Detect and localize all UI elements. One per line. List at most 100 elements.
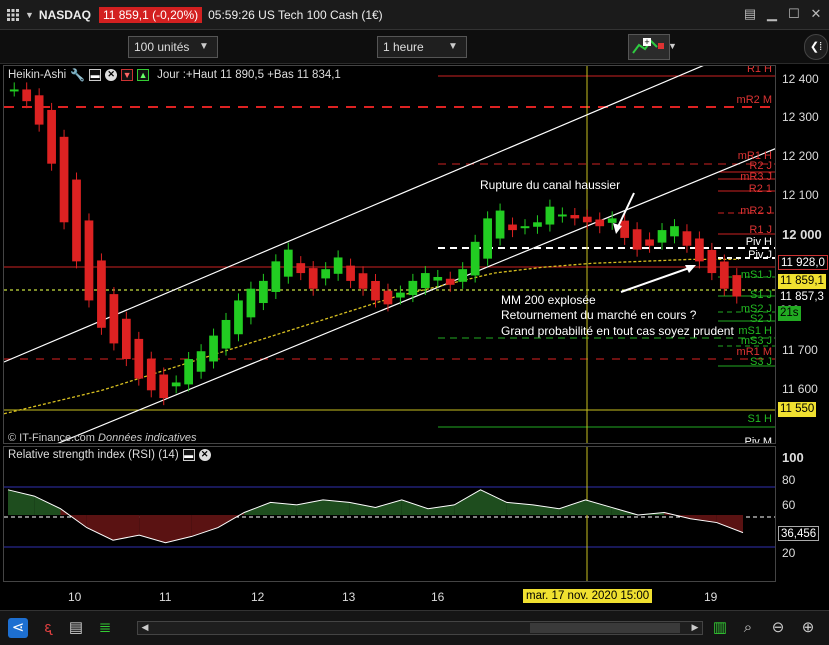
scroll-right-icon[interactable]: ▶ [688, 621, 702, 635]
credit-note: Données indicatives [98, 432, 197, 444]
time-axis[interactable]: 10 11 12 13 16 mar. 17 nov. 2020 15:00 1… [3, 584, 776, 608]
layers-icon[interactable]: ≣ [95, 618, 115, 638]
label-s2j: S2 J [749, 313, 772, 325]
candle-body [445, 278, 455, 285]
x-label-11: 11 [159, 590, 172, 604]
zoom-in-icon[interactable]: ⊕ [798, 618, 818, 638]
candle-body [520, 226, 530, 229]
candle-body [383, 290, 393, 305]
data-credit: © IT-Finance.com Données indicatives [8, 432, 197, 444]
label-s3j: S3 J [749, 356, 772, 368]
wrench-icon[interactable]: 🔧 [70, 68, 85, 82]
day-info: Jour :+Haut 11 890,5 +Bas 11 834,1 [157, 69, 341, 81]
cursor-time-label: mar. 17 nov. 2020 15:00 [523, 589, 653, 603]
main-panel-header: Heikin-Ashi 🔧 ▬ ✕ ▼ ▲ Jour :+Haut 11 890… [8, 68, 345, 82]
rsi-tick-60: 60 [782, 498, 796, 512]
price-box-11857: 11 857,3 [778, 290, 826, 305]
maximize-icon[interactable]: ☐ [787, 7, 801, 21]
label-pivj: Piv J [748, 249, 772, 261]
price-chart-canvas[interactable] [4, 66, 776, 444]
tick-11700: 11 700 [782, 343, 818, 357]
rsi-fill-segment [480, 489, 507, 515]
label-s1h: S1 H [747, 413, 772, 425]
timeframe-select-value: 1 heure [383, 40, 424, 54]
candle-body [234, 300, 243, 335]
price-box-11928: 11 928,0 [778, 255, 828, 270]
candle-body [121, 318, 131, 360]
tick-12100: 12 100 [782, 188, 819, 202]
candle-body [607, 218, 617, 223]
rsi-panel[interactable]: Relative strength index (RSI) (14) ▬ ✕ [3, 446, 776, 582]
rsi-value-box: 36,456 [778, 526, 820, 541]
candle-body [134, 338, 144, 379]
candle-body [246, 288, 256, 318]
instrument-selector[interactable]: ▼ NASDAQ [6, 8, 91, 22]
candle-body [695, 238, 704, 262]
time-scrollbar[interactable]: ◀ ▶ [137, 621, 703, 635]
candle-body [707, 249, 717, 274]
rsi-fill-segment [86, 515, 113, 541]
grid-menu-icon[interactable] [6, 8, 20, 22]
price-axis[interactable]: 12 400 12 300 12 200 12 100 12 000 11 92… [776, 65, 829, 582]
rsi-fill-segment [349, 502, 376, 515]
move-up-icon[interactable]: ▲ [137, 69, 150, 81]
indicator-chart-icon: + [631, 37, 667, 57]
timeframe-select[interactable]: 1 heure ▼ [377, 36, 467, 58]
candle-body [283, 249, 293, 277]
candle-body [184, 359, 193, 385]
candle-body [358, 273, 368, 289]
x-label-10: 10 [68, 590, 82, 604]
candle-body [682, 231, 692, 246]
scroll-thumb[interactable] [530, 623, 680, 633]
chevron-down-icon: ▼ [199, 41, 209, 52]
indicator-name: Heikin-Ashi [8, 69, 67, 81]
collapse-panel-icon[interactable]: ❮⁞ [804, 34, 828, 60]
main-chart-panel[interactable]: Heikin-Ashi 🔧 ▬ ✕ ▼ ▲ Jour :+Haut 11 890… [3, 65, 776, 444]
candle-body [458, 269, 468, 282]
rsi-fill-segment [585, 499, 612, 515]
svg-text:+: + [644, 37, 649, 47]
candle-body [495, 210, 505, 239]
add-indicator-button[interactable]: + [628, 34, 670, 60]
minimize-icon[interactable]: ▁ [765, 7, 779, 21]
magnet-icon[interactable]: ᶓ [38, 618, 58, 638]
chevron-down-icon[interactable]: ▼ [25, 10, 34, 20]
scroll-left-icon[interactable]: ◀ [138, 621, 152, 635]
candle-body [9, 89, 19, 92]
candle-body [209, 335, 218, 362]
x-label-13: 13 [342, 590, 356, 604]
candle-body [670, 226, 679, 237]
list-icon[interactable]: ▤ [743, 7, 757, 21]
candle-body [84, 220, 94, 301]
maximize-panel-icon[interactable]: ▬ [89, 69, 102, 81]
tick-12200: 12 200 [782, 149, 819, 163]
chevron-down-icon[interactable]: ▼ [668, 41, 677, 51]
list-config-icon[interactable]: ▤ [66, 618, 86, 638]
chevron-down-icon: ▼ [448, 41, 458, 52]
candle-body [545, 206, 555, 225]
move-down-icon[interactable]: ▼ [121, 69, 134, 81]
rsi-tick-80: 80 [782, 473, 796, 487]
close-icon[interactable]: ✕ [809, 7, 823, 21]
fit-chart-icon[interactable]: ▥ [710, 618, 730, 638]
label-mr2j: mR2 J [740, 205, 772, 217]
candle-body [582, 216, 592, 223]
price-change-badge: 11 859,1 (-0,20%) [98, 6, 203, 23]
zoom-out-icon[interactable]: ⊖ [768, 618, 788, 638]
close-panel-icon[interactable]: ✕ [105, 69, 118, 81]
rsi-fill-area [8, 489, 743, 543]
rsi-fill-segment [165, 515, 192, 543]
candle-body [632, 229, 642, 250]
rsi-panel-header: Relative strength index (RSI) (14) ▬ ✕ [8, 449, 215, 461]
close-panel-icon[interactable]: ✕ [198, 449, 211, 461]
price-box-11859: 11 859,1 [778, 274, 826, 289]
maximize-panel-icon[interactable]: ▬ [182, 449, 195, 461]
rsi-chart-canvas[interactable] [4, 447, 776, 582]
candle-body [595, 219, 605, 227]
zoom-fit-icon[interactable]: ⌕ [738, 618, 758, 638]
candle-body [371, 280, 380, 301]
candle-body [433, 276, 443, 281]
candle-body [396, 292, 405, 298]
units-select[interactable]: 100 unités ▼ [128, 36, 218, 58]
share-icon[interactable]: ⋖ [8, 618, 28, 638]
